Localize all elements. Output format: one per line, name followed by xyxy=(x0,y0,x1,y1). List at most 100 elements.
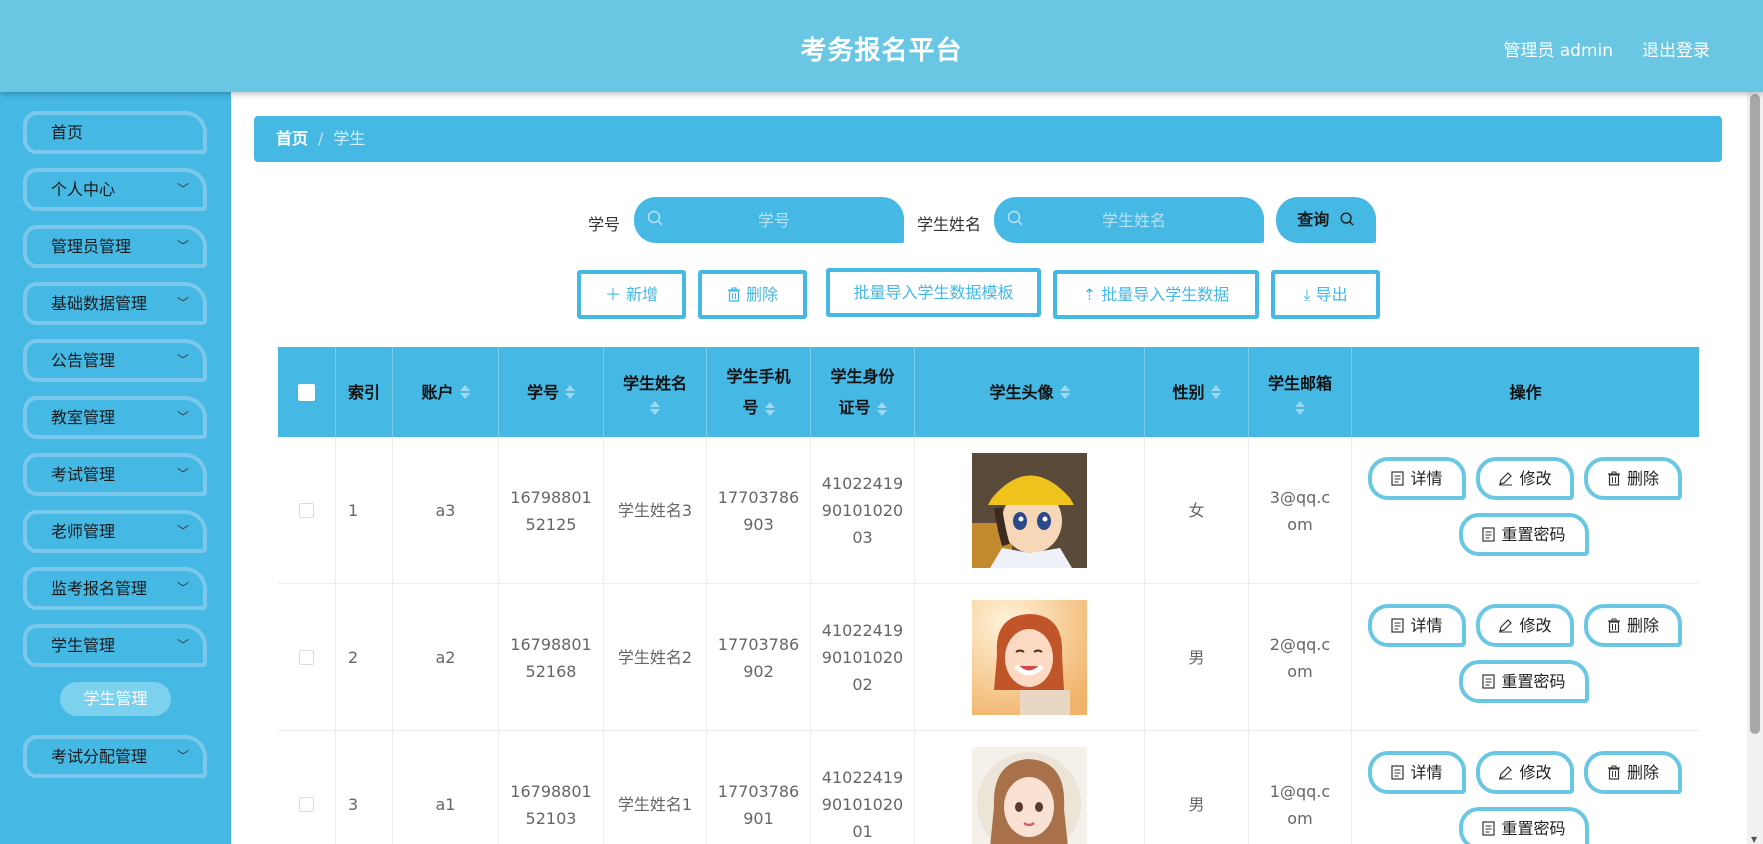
row-checkbox[interactable] xyxy=(299,650,314,665)
page-scrollbar[interactable]: ▲ ▼ xyxy=(1747,92,1763,844)
chevron-down-icon: ﹀ xyxy=(176,749,189,763)
detail-button[interactable]: 详情 xyxy=(1368,457,1466,500)
col-avatar[interactable]: 学生头像 xyxy=(915,347,1145,437)
sidebar-item-notices[interactable]: 公告管理 ﹀ xyxy=(23,339,207,382)
delete-button-label: 删除 xyxy=(1626,763,1659,782)
breadcrumb-home[interactable]: 首页 xyxy=(276,129,308,148)
delete-button[interactable]: 删除 xyxy=(1584,751,1682,794)
table-row: 1 a3 1679880152125 学生姓名3 17703786903 41022419… xyxy=(278,437,1699,584)
cell-index-text: 1 xyxy=(348,501,359,520)
cell-phone-text: 17703786902 xyxy=(717,634,800,681)
cell-index: 2 xyxy=(336,584,393,731)
import-template-button[interactable]: 批量导入学生数据模板 xyxy=(826,268,1041,317)
sidebar-item-label: 管理员管理 xyxy=(51,237,132,256)
col-email[interactable]: 学生邮箱 xyxy=(1249,347,1352,437)
sort-icon[interactable] xyxy=(876,400,887,418)
breadcrumb: 首页 / 学生 xyxy=(254,116,1722,162)
row-checkbox[interactable] xyxy=(299,503,314,518)
sidebar-item-exam-assignment[interactable]: 考试分配管理 ﹀ xyxy=(23,735,207,778)
col-name-label: 学生姓名 xyxy=(622,373,687,393)
avatar-cartoon-girl-yellow-hat xyxy=(972,453,1087,568)
search-icon xyxy=(1007,210,1023,226)
sidebar-item-teachers[interactable]: 老师管理 ﹀ xyxy=(23,510,207,553)
sidebar-item-classrooms[interactable]: 教室管理 ﹀ xyxy=(23,396,207,439)
reset-password-button-label: 重置密码 xyxy=(1501,819,1566,838)
detail-button[interactable]: 详情 xyxy=(1368,604,1466,647)
sidebar-item-proctor-signup[interactable]: 监考报名管理 ﹀ xyxy=(23,567,207,610)
delete-button[interactable]: 删除 xyxy=(1584,457,1682,500)
cell-phone: 17703786902 xyxy=(707,584,811,731)
chevron-down-icon: ﹀ xyxy=(176,410,189,424)
cell-avatar xyxy=(915,731,1145,844)
row-checkbox[interactable] xyxy=(299,797,314,812)
student-no-input[interactable] xyxy=(674,205,874,235)
reset-password-button[interactable]: 重置密码 xyxy=(1459,660,1589,703)
student-no-search xyxy=(634,197,904,243)
sidebar-item-label: 老师管理 xyxy=(51,522,116,541)
edit-button[interactable]: 修改 xyxy=(1476,604,1574,647)
batch-delete-button[interactable]: 删除 xyxy=(698,270,807,319)
col-phone-text: 学生手机号 xyxy=(726,367,791,417)
edit-button[interactable]: 修改 xyxy=(1476,457,1574,500)
sort-icon[interactable] xyxy=(459,383,470,401)
delete-button-label: 删除 xyxy=(1626,469,1659,488)
select-all-cell xyxy=(278,347,336,437)
sort-icon[interactable] xyxy=(650,399,660,417)
sort-icon[interactable] xyxy=(1059,383,1070,401)
delete-button[interactable]: 删除 xyxy=(1584,604,1682,647)
col-phone[interactable]: 学生手机号 xyxy=(707,347,811,437)
edit-button-label: 修改 xyxy=(1519,763,1552,782)
reset-password-button[interactable]: 重置密码 xyxy=(1459,513,1589,556)
app-title: 考务报名平台 xyxy=(800,36,963,66)
add-button[interactable]: ＋ 新增 xyxy=(577,270,686,319)
trash-icon xyxy=(1607,765,1620,780)
sort-icon[interactable] xyxy=(1295,399,1305,417)
edit-button[interactable]: 修改 xyxy=(1476,751,1574,794)
sidebar-item-label: 个人中心 xyxy=(51,180,116,199)
col-student-no[interactable]: 学号 xyxy=(499,347,604,437)
sidebar-item-basic-data[interactable]: 基础数据管理 ﹀ xyxy=(23,282,207,325)
col-email-label: 学生邮箱 xyxy=(1267,373,1332,393)
cell-student-no: 1679880152125 xyxy=(499,437,604,584)
import-data-button[interactable]: ⇡ 批量导入学生数据 xyxy=(1053,270,1259,319)
cell-avatar xyxy=(915,584,1145,731)
upload-icon: ⇡ xyxy=(1082,285,1097,304)
sort-icon[interactable] xyxy=(764,400,775,418)
sidebar-item-exams[interactable]: 考试管理 ﹀ xyxy=(23,453,207,496)
select-all-checkbox[interactable] xyxy=(298,383,315,401)
sidebar-item-students[interactable]: 学生管理 ﹀ xyxy=(23,624,207,667)
table-header: 索引 账户 学号 学生姓名 学生手机号 学生身份证号 学生头像 性别 学生邮箱 … xyxy=(278,347,1699,437)
sidebar-item-profile[interactable]: 个人中心 ﹀ xyxy=(23,168,207,211)
scroll-down-icon[interactable]: ▼ xyxy=(1751,835,1757,844)
col-gender[interactable]: 性别 xyxy=(1145,347,1249,437)
scrollbar-thumb[interactable] xyxy=(1750,94,1760,734)
sidebar-subitem-students[interactable]: 学生管理 xyxy=(60,682,171,716)
sidebar-item-label: 教室管理 xyxy=(51,408,116,427)
query-button[interactable]: 查询 xyxy=(1276,197,1376,243)
export-button[interactable]: ⤓ 导出 xyxy=(1271,270,1380,319)
cell-name: 学生姓名3 xyxy=(604,437,707,584)
student-name-input[interactable] xyxy=(1034,205,1234,235)
sidebar-item-label: 监考报名管理 xyxy=(51,579,148,598)
reset-password-button[interactable]: 重置密码 xyxy=(1459,807,1589,844)
cell-phone-text: 17703786901 xyxy=(717,781,800,828)
edit-icon xyxy=(1499,472,1513,486)
sort-icon[interactable] xyxy=(1210,383,1221,401)
avatar-illustrated-girl-portrait xyxy=(972,747,1087,844)
col-id-card[interactable]: 学生身份证号 xyxy=(811,347,915,437)
sidebar-item-label: 基础数据管理 xyxy=(51,294,148,313)
sidebar-item-home[interactable]: 首页 xyxy=(23,111,207,154)
sidebar-item-admins[interactable]: 管理员管理 ﹀ xyxy=(23,225,207,268)
breadcrumb-current: 学生 xyxy=(333,129,366,148)
cell-name: 学生姓名2 xyxy=(604,584,707,731)
sort-icon[interactable] xyxy=(565,383,575,401)
detail-button[interactable]: 详情 xyxy=(1368,751,1466,794)
col-name[interactable]: 学生姓名 xyxy=(604,347,707,437)
cell-phone: 17703786903 xyxy=(707,437,811,584)
sidebar-item-label: 首页 xyxy=(51,123,84,142)
document-icon xyxy=(1482,527,1496,542)
col-account[interactable]: 账户 xyxy=(393,347,499,437)
cell-phone-text: 17703786903 xyxy=(717,487,800,534)
logout-link[interactable]: 退出登录 xyxy=(1642,36,1710,61)
cell-name-text: 学生姓名1 xyxy=(617,795,693,814)
